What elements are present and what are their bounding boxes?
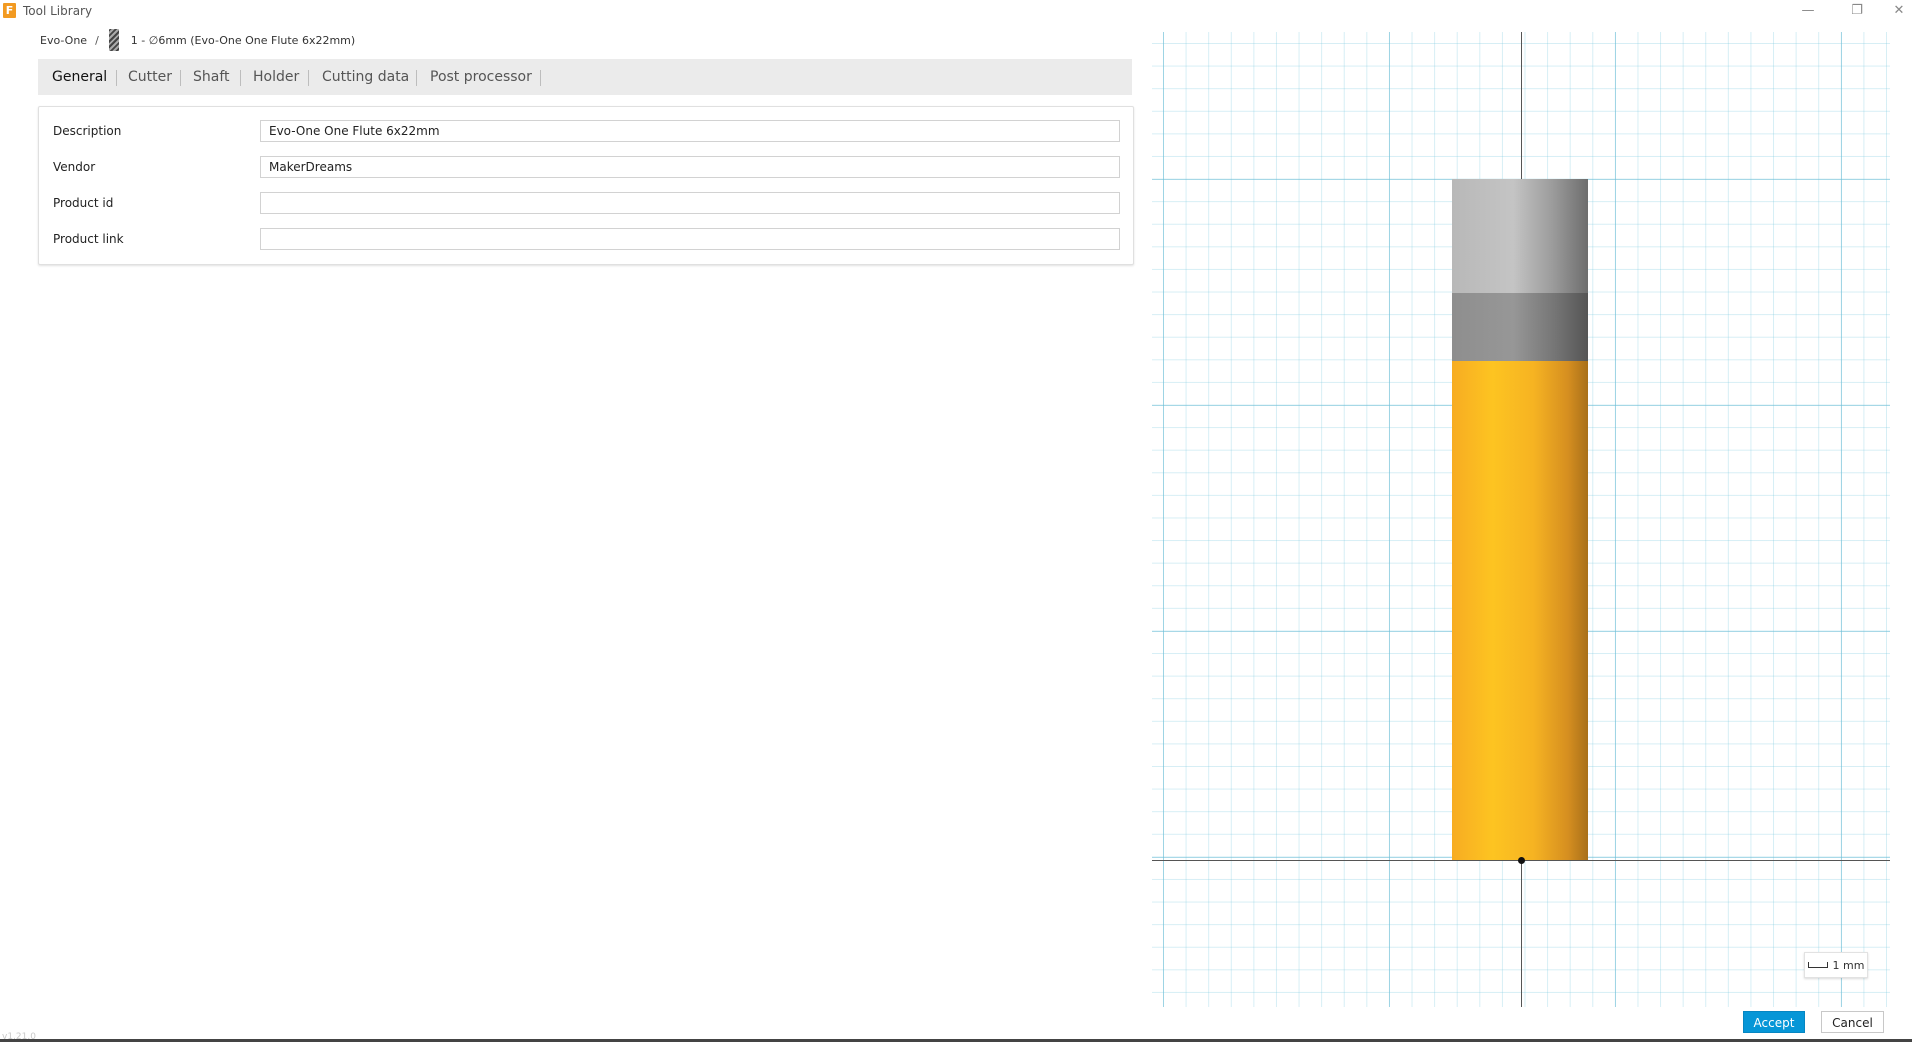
cancel-button[interactable]: Cancel <box>1821 1011 1884 1033</box>
vendor-label: Vendor <box>53 160 96 174</box>
fusion-logo-icon: F <box>3 3 16 18</box>
close-button[interactable]: ✕ <box>1885 1 1912 21</box>
cutter-body <box>1452 361 1588 860</box>
window-title: Tool Library <box>23 4 93 18</box>
scale-bar-icon <box>1807 962 1828 968</box>
description-label: Description <box>53 124 122 138</box>
breadcrumb-library[interactable]: Evo-One <box>40 34 87 47</box>
breadcrumb-tool: 1 - ∅6mm (Evo-One One Flute 6x22mm) <box>130 33 356 47</box>
tab-bar: General Cutter Shaft Holder Cutting data… <box>38 59 1132 95</box>
product-id-label: Product id <box>53 196 114 210</box>
tab-general[interactable]: General <box>52 59 107 95</box>
scale-indicator: 1 mm <box>1804 952 1868 978</box>
tab-divider <box>416 70 417 86</box>
tab-divider <box>180 70 181 86</box>
restore-button[interactable]: ❐ <box>1843 1 1871 21</box>
minimize-button[interactable]: — <box>1794 1 1822 21</box>
tab-post-processor[interactable]: Post processor <box>430 59 532 95</box>
title-bar: F Tool Library — ❐ ✕ <box>0 0 1912 22</box>
end-mill-icon <box>108 29 119 51</box>
tab-cutting-data[interactable]: Cutting data <box>322 59 409 95</box>
vendor-field[interactable] <box>260 156 1120 178</box>
holder-lower-section <box>1452 293 1588 361</box>
tool-preview-viewport[interactable] <box>1152 32 1890 1007</box>
tab-shaft[interactable]: Shaft <box>193 59 230 95</box>
description-field[interactable] <box>260 120 1120 142</box>
scale-label: 1 mm <box>1832 958 1865 972</box>
tab-divider <box>240 70 241 86</box>
product-link-label: Product link <box>53 232 124 246</box>
origin-point <box>1518 857 1525 864</box>
accept-button[interactable]: Accept <box>1743 1011 1805 1033</box>
product-link-field[interactable] <box>260 228 1120 250</box>
tab-divider <box>540 70 541 86</box>
tab-divider <box>308 70 309 86</box>
breadcrumb-separator: / <box>95 33 99 47</box>
tab-divider <box>116 70 117 86</box>
tab-holder[interactable]: Holder <box>253 59 299 95</box>
breadcrumb: Evo-One / 1 - ∅6mm (Evo-One One Flute 6x… <box>40 29 356 51</box>
product-id-field[interactable] <box>260 192 1120 214</box>
tab-cutter[interactable]: Cutter <box>128 59 172 95</box>
general-form-panel: Description Vendor Product id Product li… <box>38 106 1134 265</box>
holder-upper-section <box>1452 179 1588 293</box>
